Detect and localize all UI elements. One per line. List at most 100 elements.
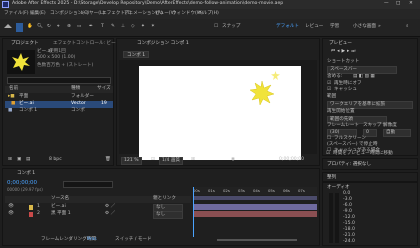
- timeline-search-input[interactable]: [63, 181, 113, 188]
- text-tool-icon[interactable]: T: [101, 24, 104, 30]
- workspace-menu-icon[interactable]: »: [378, 24, 381, 30]
- trash-icon[interactable]: 🗑︎: [105, 157, 111, 163]
- project-search-input[interactable]: [7, 77, 111, 84]
- composition-panel: コンポジション コンポ 1 コンポ 1 121 % ⊡ 1/4 画質 ⊞ ◉ 0…: [116, 38, 320, 166]
- menu-layer[interactable]: レイヤー(L): [80, 11, 104, 17]
- bee-star-large[interactable]: [249, 80, 275, 106]
- resolution-dropdown[interactable]: 自動: [383, 129, 411, 137]
- pen-tool-icon[interactable]: ✒: [89, 24, 93, 30]
- workspace-review[interactable]: レビュー: [305, 24, 323, 30]
- close-button[interactable]: ✕: [409, 1, 413, 7]
- zoom-dropdown[interactable]: 121 %: [121, 157, 142, 165]
- playhead[interactable]: [193, 187, 194, 237]
- switches-icons[interactable]: ⚙ ／: [105, 204, 115, 210]
- maximize-button[interactable]: □: [396, 1, 400, 7]
- timeline-timecode[interactable]: 0;00;00;00: [7, 180, 37, 186]
- tab-composition[interactable]: コンポジション コンポ 1: [137, 40, 189, 47]
- tab-effect-controls[interactable]: エフェクトコントロール: ビー: [53, 40, 116, 47]
- time-ruler[interactable]: 00s 01s 02s 03s 04s 05s 06s 07s: [193, 187, 317, 195]
- workspace-learn[interactable]: 学習: [330, 24, 339, 30]
- item-type: フォルダー: [71, 94, 94, 99]
- camera-snapshot-icon[interactable]: ◉: [231, 157, 235, 163]
- clone-tool-icon[interactable]: ⊥: [121, 24, 125, 30]
- search-icon[interactable]: ⌕: [406, 24, 409, 30]
- layer-bar[interactable]: [193, 211, 317, 217]
- tab-project[interactable]: プロジェクト: [11, 40, 39, 47]
- list-item[interactable]: ■ コンポ 1 コンポ: [5, 108, 113, 115]
- cache-label: キャッシュ: [334, 87, 357, 92]
- shortcut-dropdown[interactable]: スペースバー: [327, 66, 397, 74]
- tab-properties[interactable]: プロパティ: 選択なし: [327, 161, 371, 168]
- menu-file[interactable]: ファイル(F): [4, 11, 29, 17]
- brush-tool-icon[interactable]: ✎: [111, 24, 115, 30]
- hand-tool-icon[interactable]: ✋: [27, 24, 33, 30]
- parent-dropdown[interactable]: なし: [153, 211, 183, 219]
- include-icons[interactable]: ▤ ◧ ▨ ▦: [353, 74, 375, 80]
- grid-icon[interactable]: ⊞: [191, 157, 195, 163]
- camera-tool-icon[interactable]: ⌖: [57, 24, 60, 30]
- roto-tool-icon[interactable]: ✦: [141, 24, 145, 30]
- visibility-icon[interactable]: 👁︎: [8, 204, 14, 210]
- list-item[interactable]: ■ ビー.ai Vector 19: [5, 101, 113, 108]
- tab-audio[interactable]: オーディオ: [327, 184, 350, 191]
- col-parent[interactable]: 親とリンク: [153, 196, 176, 202]
- col-size[interactable]: サイズ: [97, 86, 111, 92]
- col-name[interactable]: 名前: [9, 86, 18, 92]
- home-icon[interactable]: [4, 24, 12, 28]
- tab-timeline[interactable]: コンポ 1: [17, 170, 35, 177]
- puppet-tool-icon[interactable]: ✶: [151, 24, 155, 30]
- workspace-small[interactable]: 小さな画面: [353, 24, 376, 30]
- anchor-tool-icon[interactable]: ⊕: [67, 24, 71, 30]
- workspace-default[interactable]: デフォルト: [276, 24, 299, 30]
- thumb-info-color: 色数百万色 + (ストレート): [37, 63, 94, 68]
- vector-file-icon: ■: [11, 101, 16, 106]
- table-row[interactable]: 👁︎ 2 黒 平面 1 ⚙ ／ なし: [5, 211, 191, 219]
- bpc-label[interactable]: 8 bpc: [49, 157, 62, 163]
- range-label: 範囲: [327, 94, 337, 99]
- col-source-name[interactable]: ソース名: [51, 196, 69, 202]
- rotate-tool-icon[interactable]: ↻: [47, 24, 51, 30]
- menu-help[interactable]: ヘルプ(H): [198, 11, 219, 17]
- project-header: 名前 種類 サイズ: [5, 86, 113, 93]
- new-comp-icon[interactable]: ▤: [26, 157, 30, 163]
- comp-timecode[interactable]: 0;00;00;00: [279, 157, 304, 163]
- table-row[interactable]: 👁︎ 1 ビー.ai ⚙ ／ なし: [5, 204, 191, 212]
- audio-scale: 0.0 -3.0 -6.0 -9.0 -12.0 -15.0 -18.0 -21…: [343, 191, 363, 245]
- audio-mark: -24.0: [343, 239, 355, 244]
- new-folder-icon[interactable]: ▣: [17, 157, 21, 163]
- selection-tool-icon[interactable]: [16, 23, 23, 32]
- ruler-tick: 07s: [298, 188, 305, 193]
- menu-edit[interactable]: 編集(E): [30, 11, 46, 17]
- switches-icons[interactable]: ⚙ ／: [105, 211, 115, 217]
- list-item[interactable]: ▸■ 平面 フォルダー: [5, 94, 113, 101]
- opt2-checkbox[interactable]: ☑: [326, 151, 330, 157]
- layer-bar[interactable]: [193, 204, 317, 210]
- tab-align[interactable]: 整列: [327, 174, 336, 181]
- quality-dropdown[interactable]: 1/4 画質: [159, 157, 184, 165]
- align-panel: 整列: [322, 172, 418, 182]
- snap-checkbox[interactable]: ☐: [214, 24, 218, 30]
- interpret-icon[interactable]: ⊞: [8, 157, 12, 163]
- eraser-tool-icon[interactable]: ◇: [131, 24, 135, 30]
- zoom-slider[interactable]: [217, 239, 297, 241]
- minimize-button[interactable]: —: [384, 1, 389, 7]
- zoom-tool-icon[interactable]: 🔍︎: [37, 24, 43, 30]
- fit-icon[interactable]: ⊡: [151, 157, 155, 163]
- rect-tool-icon[interactable]: ▭: [77, 24, 81, 30]
- range-dropdown[interactable]: ワークエリアを基準に拡張: [327, 101, 413, 109]
- switches-modes-toggle[interactable]: スイッチ / モード: [115, 237, 152, 243]
- col-type[interactable]: 種類: [71, 86, 80, 92]
- star-icon: [12, 53, 30, 71]
- layer-header: ソース名 親とリンク: [5, 196, 191, 203]
- label-color[interactable]: [29, 205, 33, 210]
- label-color[interactable]: [29, 212, 33, 217]
- work-area-bar[interactable]: [193, 196, 317, 200]
- comp-canvas[interactable]: [139, 66, 301, 160]
- cache-checkbox[interactable]: ☑: [327, 87, 331, 93]
- bee-star-small[interactable]: [271, 71, 280, 80]
- visibility-icon[interactable]: 👁︎: [8, 211, 14, 217]
- tab-preview[interactable]: プレビュー: [329, 40, 352, 47]
- last-frame-icon[interactable]: ⏭: [351, 49, 357, 54]
- comp-viewer-bg: [119, 60, 317, 160]
- comp-subtab[interactable]: コンポ 1: [123, 51, 150, 58]
